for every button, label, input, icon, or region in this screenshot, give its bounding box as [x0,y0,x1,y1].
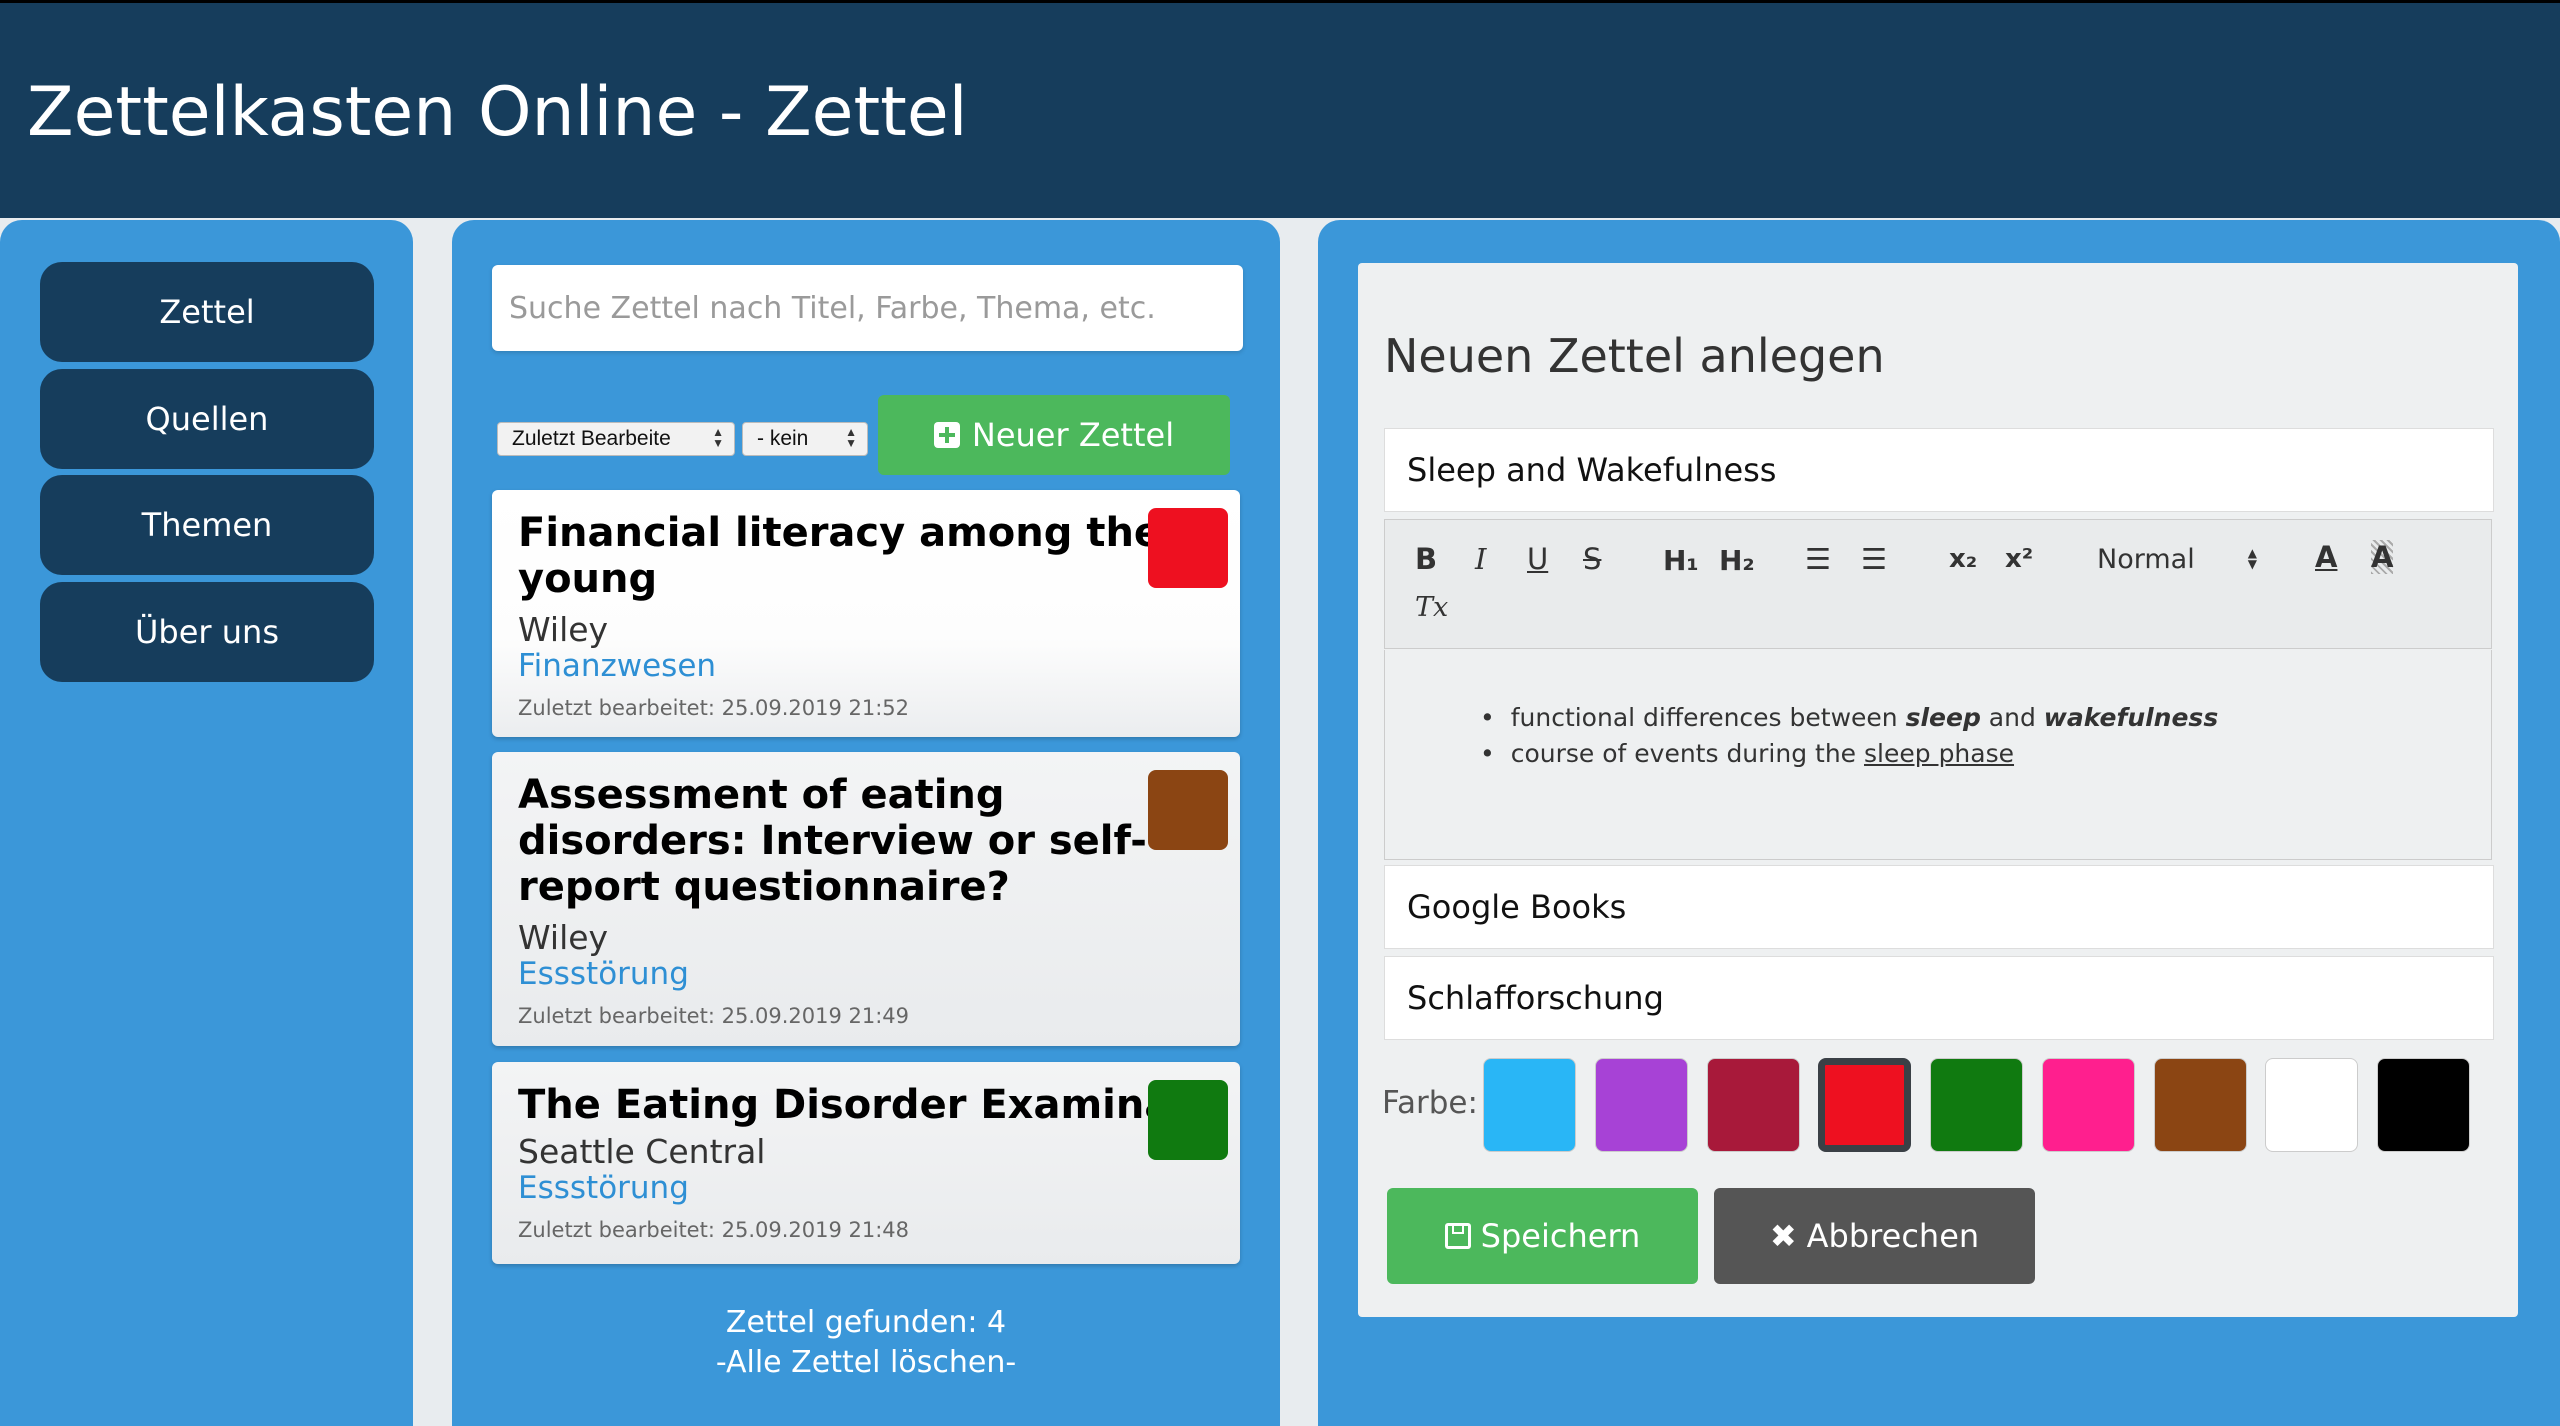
nav-item-themen[interactable]: Themen [40,475,374,575]
plus-square-icon [933,422,960,448]
note-card-color-swatch [1148,770,1228,850]
color-swatch[interactable] [1483,1058,1576,1152]
color-swatch[interactable] [1595,1058,1688,1152]
cancel-button[interactable]: ✖ Abbrechen [1714,1188,2035,1284]
color-label: Farbe: [1382,1085,1478,1121]
new-note-button[interactable]: Neuer Zettel [878,395,1230,475]
note-content-editor[interactable]: functional differences between sleep and… [1384,650,2492,860]
note-card-source: Seattle Central [518,1132,766,1171]
color-swatch[interactable] [2265,1058,2358,1152]
ordered-list-icon[interactable]: ☰ [1805,542,1831,576]
italic-icon[interactable]: I [1475,542,1486,576]
source-input[interactable]: Google Books [1384,865,2494,949]
filter-select-value: - kein [757,427,809,450]
clear-format-icon[interactable]: Tx [1415,592,1448,623]
heading1-icon[interactable]: H₁ [1663,544,1699,577]
note-card-topic[interactable]: Essstörung [518,956,689,992]
cancel-label: Abbrechen [1806,1217,1980,1255]
sort-select-value: Zuletzt Bearbeite [512,427,671,450]
sort-select[interactable]: Zuletzt Bearbeite ▲ ▼ [497,422,735,456]
nav-item-zettel[interactable]: Zettel [40,262,374,362]
heading2-icon[interactable]: H₂ [1719,544,1755,577]
superscript-icon[interactable]: x² [2005,544,2033,574]
format-select[interactable]: Normal ▲ ▼ [2097,544,2257,575]
note-card-color-swatch [1148,508,1228,588]
nav-item-ueber-uns[interactable]: Über uns [40,582,374,682]
note-card[interactable]: Financial literacy among the young Wiley… [492,490,1240,737]
text-color-icon[interactable]: A [2315,540,2337,574]
color-swatch[interactable] [2154,1058,2247,1152]
delete-all-link[interactable]: -Alle Zettel löschen- [452,1345,1280,1380]
nav-item-quellen[interactable]: Quellen [40,369,374,469]
note-card[interactable]: The Eating Disorder Examination Seattle … [492,1062,1240,1264]
bold-icon[interactable]: B [1415,542,1437,576]
floppy-disk-icon [1444,1223,1471,1249]
new-note-form: Neuen Zettel anlegen Sleep and Wakefulne… [1358,263,2518,1317]
color-swatch[interactable] [1930,1058,2023,1152]
bullet-list-icon[interactable]: ☰ [1861,542,1887,576]
save-button[interactable]: Speichern [1387,1188,1698,1284]
strikethrough-icon[interactable]: S [1583,542,1601,576]
color-swatch[interactable] [2042,1058,2135,1152]
color-swatch[interactable] [2377,1058,2470,1152]
save-label: Speichern [1480,1217,1641,1255]
found-count: Zettel gefunden: 4 [725,1305,1007,1340]
rich-text-toolbar: B I U S H₁ H₂ ☰ ☰ x₂ x² Normal ▲ ▼ A A Tx [1384,519,2492,649]
note-list-panel: Zuletzt Bearbeite ▲▼ - kein ▲▼ Neuer Zet… [452,220,1280,1426]
filter-select[interactable]: - kein ▲ ▼ [742,422,868,456]
new-note-label: Neuer Zettel [971,416,1175,454]
content-bullet: course of events during the sleep phase [1500,736,2218,772]
color-swatch[interactable] [1818,1058,1911,1152]
subscript-icon[interactable]: x₂ [1949,544,1977,574]
note-card-topic[interactable]: Essstörung [518,1170,689,1206]
note-card-color-swatch [1148,1080,1228,1160]
search-input[interactable] [492,265,1243,351]
note-card-source: Wiley [518,918,609,957]
note-card-title: The Eating Disorder Examination [518,1082,1168,1128]
note-card-date: Zuletzt bearbeitet: 25.09.2019 21:49 [518,1004,910,1028]
note-card-topic[interactable]: Finanzwesen [518,648,716,684]
note-card-title: Assessment of eating disorders: Intervie… [518,772,1147,910]
topic-input[interactable]: Schlafforschung [1384,956,2494,1040]
underline-icon[interactable]: U [1527,542,1548,576]
app-header: Zettelkasten Online - Zettel [0,0,2560,218]
title-input[interactable]: Sleep and Wakefulness [1384,428,2494,512]
note-card[interactable]: Assessment of eating disorders: Intervie… [492,752,1240,1046]
nav-panel: Zettel Quellen Themen Über uns [0,220,413,1426]
page-title: Zettelkasten Online - Zettel [27,73,968,152]
form-heading: Neuen Zettel anlegen [1384,329,1885,383]
note-card-title: Financial literacy among the young [518,510,1162,602]
note-card-date: Zuletzt bearbeitet: 25.09.2019 21:52 [518,696,910,720]
chevron-updown-icon: ▲ ▼ [712,425,724,450]
close-icon: ✖ [1769,1217,1797,1255]
note-card-source: Wiley [518,610,609,649]
content-bullet: functional differences between sleep and… [1500,700,2219,736]
color-swatch[interactable] [1707,1058,1800,1152]
background-color-icon[interactable]: A [2371,540,2394,574]
note-card-date: Zuletzt bearbeitet: 25.09.2019 21:48 [518,1218,910,1242]
format-select-value: Normal [2097,544,2195,575]
chevron-updown-icon: ▲ ▼ [2247,546,2257,571]
chevron-updown-icon: ▲ ▼ [845,425,857,450]
